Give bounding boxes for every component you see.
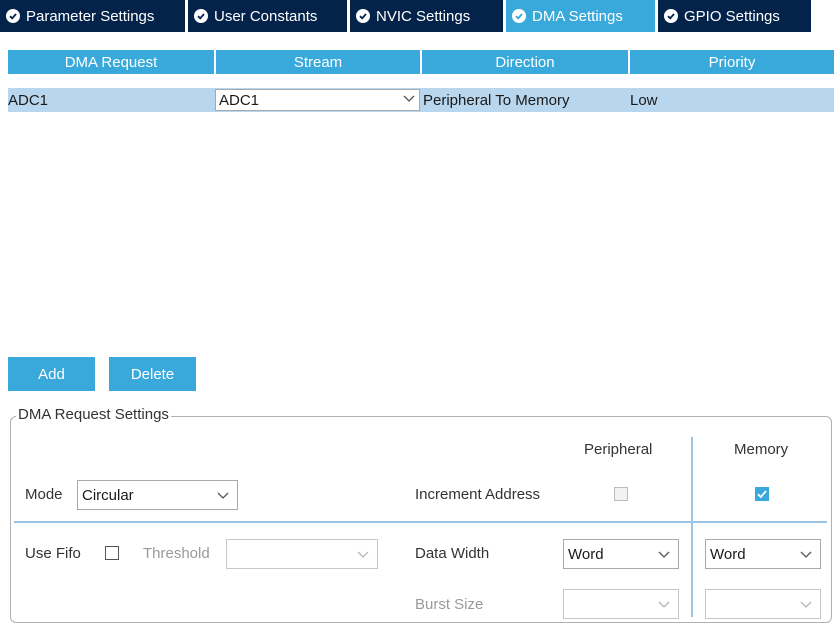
chevron-down-icon [800,601,812,608]
tab-dma-settings[interactable]: DMA Settings [506,0,655,32]
column-header-label: Priority [708,53,756,71]
mode-select[interactable]: Circular [77,480,238,510]
tab-label: Parameter Settings [26,7,155,25]
stream-select-value: ADC1 [219,91,260,109]
column-header-label: Stream [293,53,343,71]
checkmark-icon [757,490,767,499]
delete-button[interactable]: Delete [109,357,196,391]
burst-size-label: Burst Size [415,596,484,613]
check-circle-icon [6,9,20,23]
column-header-stream[interactable]: Stream [216,50,420,74]
use-fifo-checkbox[interactable] [105,546,119,560]
column-header-priority[interactable]: Priority [630,50,834,74]
data-width-label: Data Width [415,545,490,562]
data-width-memory-value: Word [710,545,746,563]
tab-user-constants[interactable]: User Constants [188,0,347,32]
column-header-label: Direction [495,53,555,71]
chevron-down-icon [357,551,369,558]
mode-label: Mode [25,486,63,503]
increment-memory-checkbox[interactable] [755,487,769,501]
threshold-label: Threshold [143,545,210,562]
direction-cell[interactable]: Peripheral To Memory [422,88,628,112]
chevron-down-icon [403,95,415,102]
increment-address-label: Increment Address [415,486,541,503]
tab-gpio-settings[interactable]: GPIO Settings [658,0,811,32]
add-button[interactable]: Add [8,357,95,391]
memory-header: Memory [734,441,789,458]
divider [14,521,827,523]
stream-select[interactable]: ADC1 [215,89,420,111]
check-circle-icon [664,9,678,23]
mode-select-value: Circular [82,486,134,504]
column-header-direction[interactable]: Direction [422,50,628,74]
chevron-down-icon [217,492,229,499]
priority-cell[interactable]: Low [630,88,834,112]
chevron-down-icon [658,551,670,558]
tab-label: NVIC Settings [376,7,471,25]
chevron-down-icon [658,601,670,608]
tab-label: DMA Settings [532,7,623,25]
data-width-peripheral-select[interactable]: Word [563,539,679,569]
data-width-peripheral-value: Word [568,545,604,563]
threshold-select[interactable] [226,539,378,569]
column-header-dma-request[interactable]: DMA Request [8,50,214,74]
tab-label: GPIO Settings [684,7,780,25]
group-title: DMA Request Settings [16,406,171,423]
burst-size-peripheral-select[interactable] [563,589,679,619]
peripheral-header: Peripheral [584,441,653,458]
tab-label: User Constants [214,7,318,25]
dma-request-cell[interactable]: ADC1 [8,88,214,112]
tab-nvic-settings[interactable]: NVIC Settings [350,0,503,32]
check-circle-icon [194,9,208,23]
divider [691,437,693,617]
increment-peripheral-checkbox[interactable] [614,487,628,501]
tab-parameter-settings[interactable]: Parameter Settings [0,0,185,32]
column-header-label: DMA Request [64,53,158,71]
use-fifo-label: Use Fifo [25,545,81,562]
tab-bar: Parameter Settings User Constants NVIC S… [0,0,839,34]
chevron-down-icon [800,551,812,558]
data-width-memory-select[interactable]: Word [705,539,821,569]
burst-size-memory-select[interactable] [705,589,821,619]
check-circle-icon [512,9,526,23]
check-circle-icon [356,9,370,23]
